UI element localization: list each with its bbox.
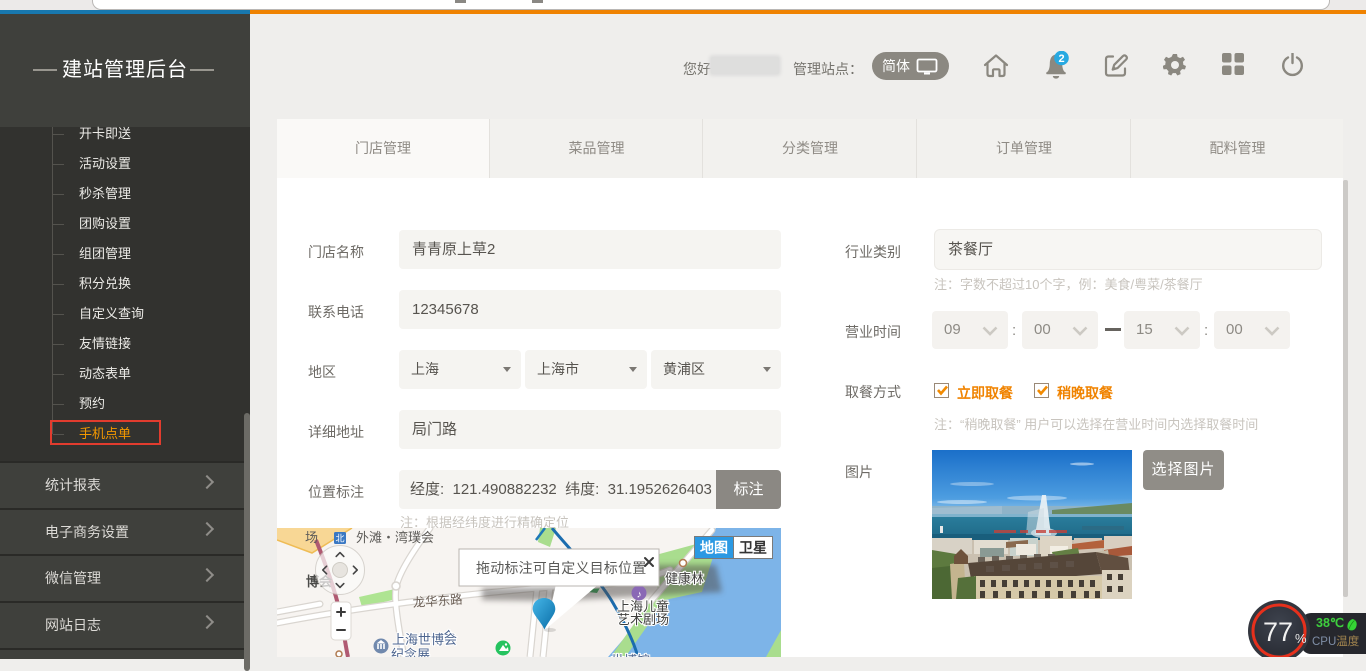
svg-text:地图: 地图 [700,540,728,556]
svg-text:上海世博会: 上海世博会 [392,632,457,647]
svg-text:♪: ♪ [637,590,642,601]
svg-text:北: 北 [335,534,344,544]
svg-text:拖动标注可自定义目标位置: 拖动标注可自定义目标位置 [476,560,646,576]
svg-text:健康林: 健康林 [665,571,704,586]
svg-text:外滩・湾璞会: 外滩・湾璞会 [356,530,434,545]
svg-text:77: 77 [1263,617,1293,647]
svg-text:CPU温度: CPU温度 [1312,634,1360,648]
svg-text:纪念展: 纪念展 [391,647,430,657]
svg-text:%: % [1295,631,1307,646]
svg-text:世博馆: 世博馆 [611,653,650,657]
svg-text:38℃: 38℃ [1316,616,1344,630]
svg-text:2: 2 [1058,53,1064,65]
svg-text:艺术剧场: 艺术剧场 [617,612,669,627]
svg-text:场: 场 [305,530,318,545]
svg-text:卫星: 卫星 [739,540,767,556]
